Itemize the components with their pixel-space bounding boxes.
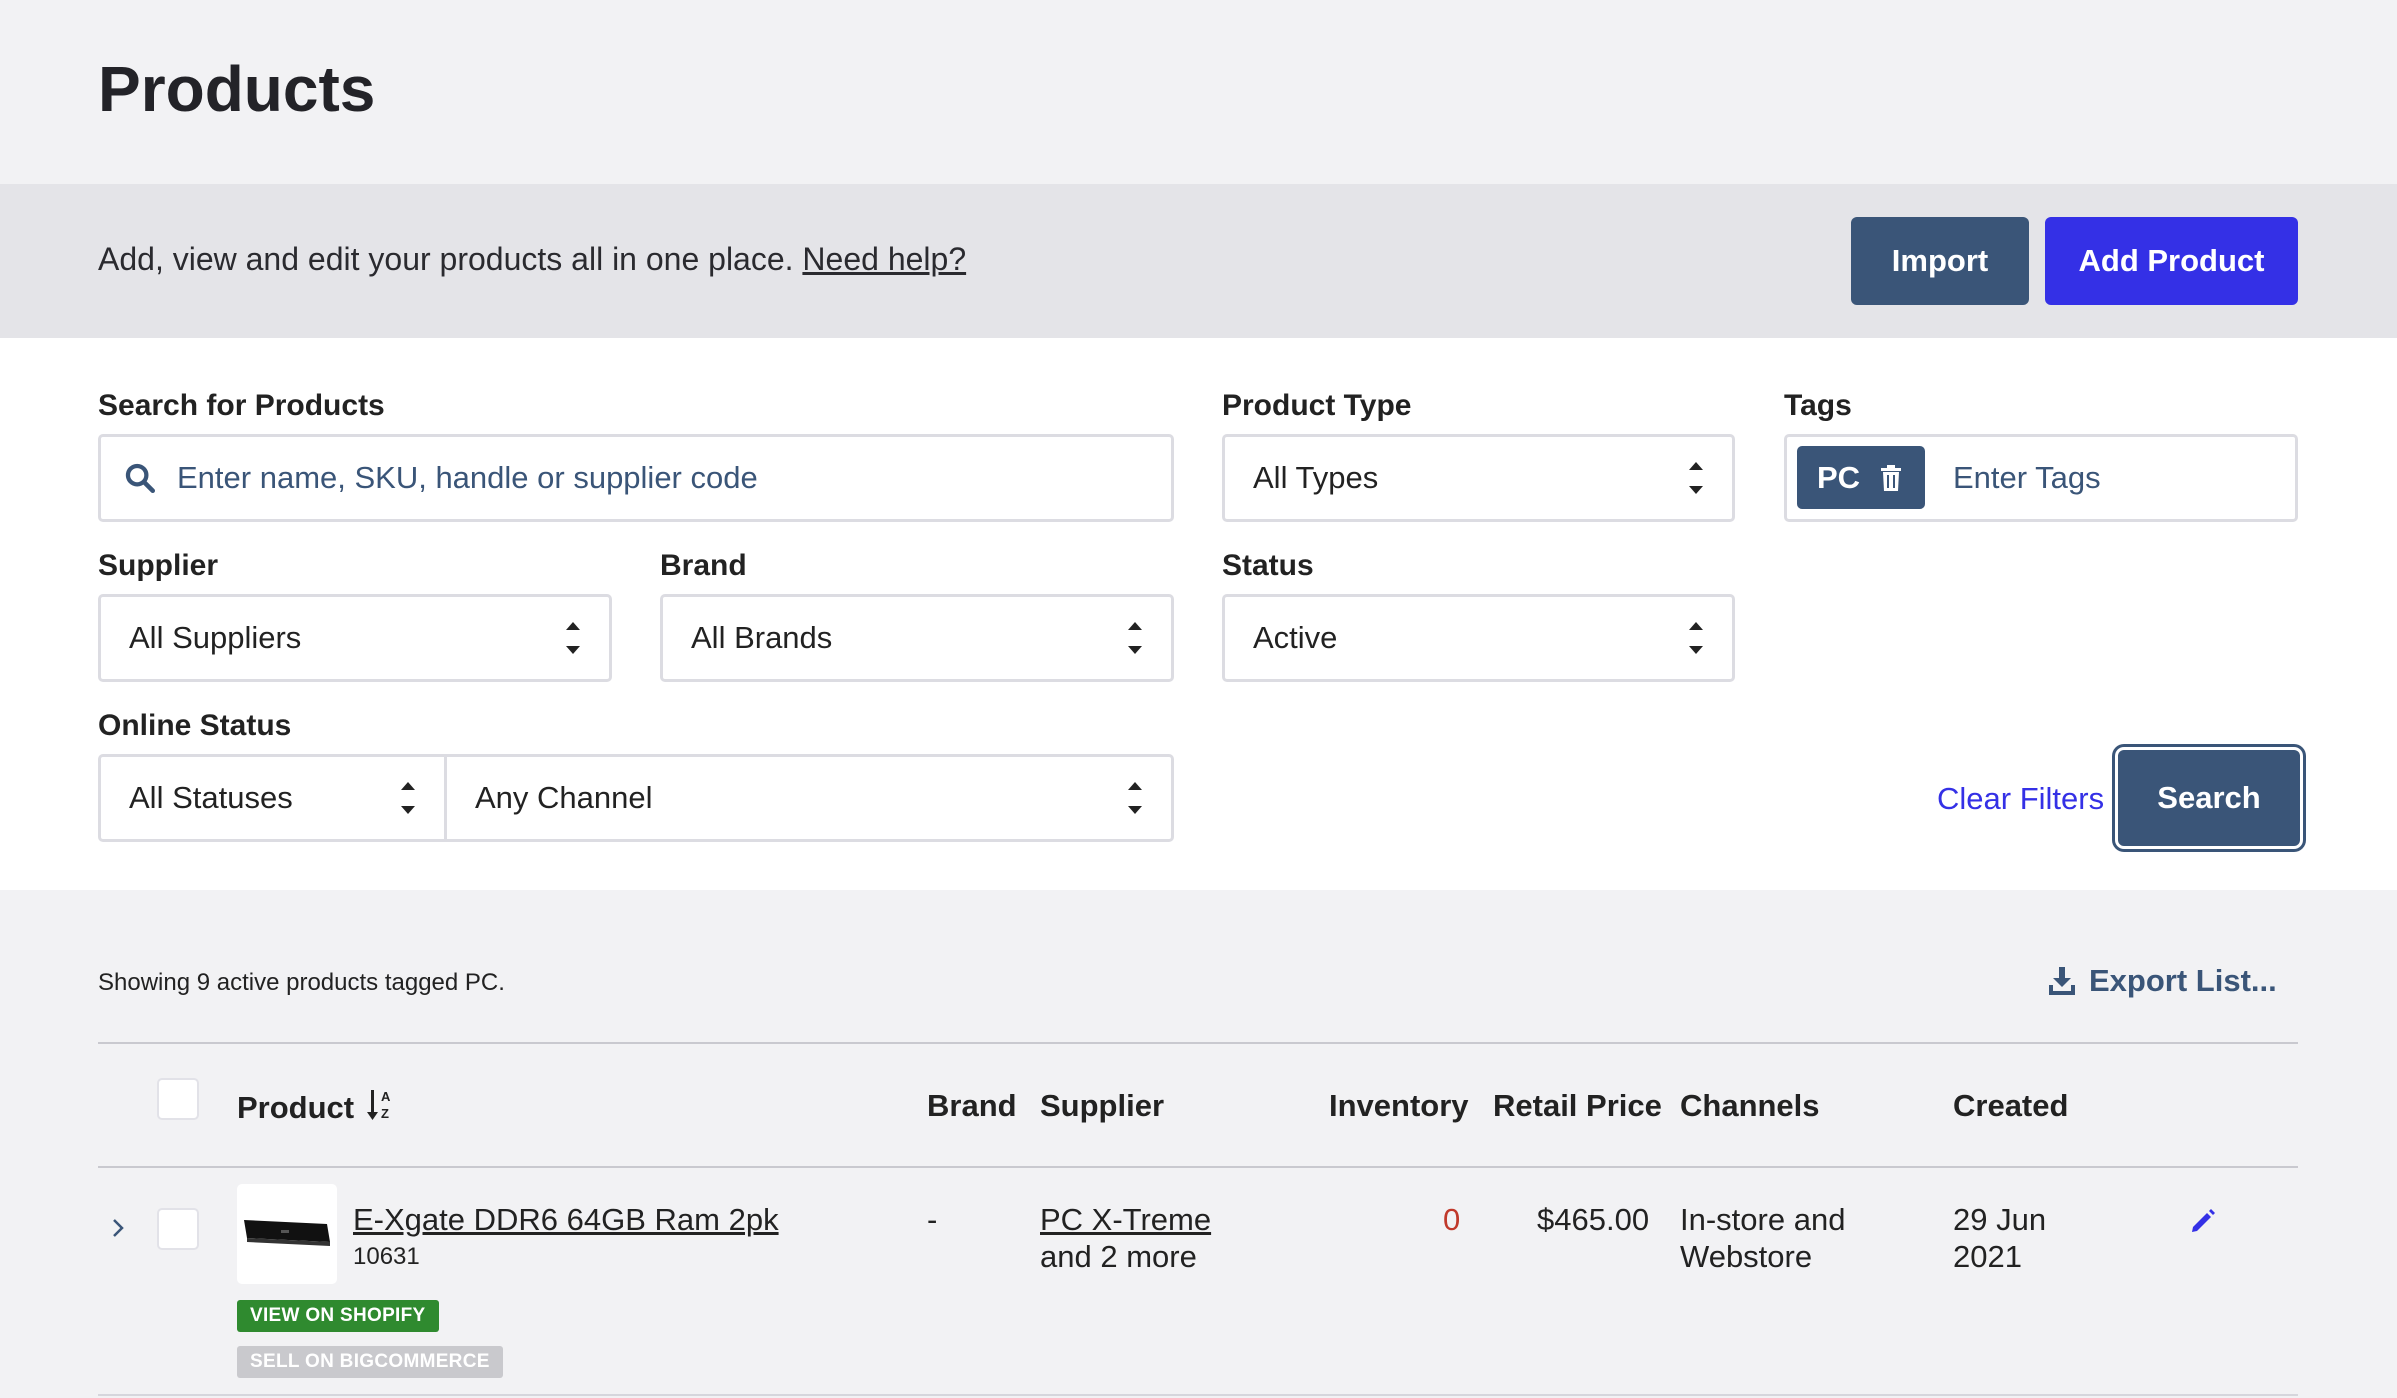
supplier-link[interactable]: PC X-Treme [1040, 1201, 1211, 1238]
channels-cell-line1: In-store and [1680, 1202, 1846, 1237]
product-type-value: All Types [1253, 460, 1379, 495]
clear-filters-link[interactable]: Clear Filters [1937, 781, 2104, 817]
product-sku: 10631 [353, 1243, 420, 1270]
channel-value: Any Channel [475, 780, 653, 815]
supplier-value: All Suppliers [129, 620, 302, 655]
add-product-button[interactable]: Add Product [2045, 217, 2298, 305]
view-on-shopify-badge[interactable]: VIEW ON SHOPIFY [237, 1300, 439, 1332]
banner-description: Add, view and edit your products all in … [98, 241, 794, 277]
search-icon [125, 463, 156, 494]
divider [98, 1166, 2298, 1168]
created-cell-line1: 29 Jun [1953, 1202, 2047, 1237]
edit-pencil-icon[interactable] [2189, 1207, 2217, 1235]
column-header-product[interactable]: Product A Z [237, 1088, 397, 1126]
need-help-link[interactable]: Need help? [802, 241, 966, 277]
status-label: Status [1222, 549, 1314, 582]
tags-input[interactable]: PC Enter Tags [1784, 434, 2298, 522]
divider [98, 1042, 2298, 1044]
supplier-name[interactable]: PC X-Treme [1040, 1202, 1211, 1237]
product-thumbnail [237, 1184, 337, 1284]
tag-chip-label: PC [1817, 459, 1861, 495]
column-header-brand: Brand [927, 1088, 1017, 1123]
column-header-product-label: Product [237, 1090, 355, 1125]
column-header-channels: Channels [1680, 1088, 1820, 1123]
online-status-value: All Statuses [129, 780, 293, 815]
search-input[interactable]: Enter name, SKU, handle or supplier code [98, 434, 1174, 522]
divider [98, 1394, 2298, 1396]
supplier-label: Supplier [98, 549, 219, 582]
select-arrows-icon [563, 616, 583, 660]
brand-label: Brand [660, 549, 747, 582]
online-status-label: Online Status [98, 709, 292, 742]
channels-cell-line2: Webstore [1680, 1239, 1813, 1274]
product-name[interactable]: E-Xgate DDR6 64GB Ram 2pk [353, 1202, 779, 1237]
sort-az-icon: A Z [366, 1089, 391, 1121]
supplier-select[interactable]: All Suppliers [98, 594, 612, 682]
select-arrows-icon [398, 776, 418, 820]
status-value: Active [1253, 620, 1338, 655]
brand-select[interactable]: All Brands [660, 594, 1174, 682]
tags-placeholder: Enter Tags [1953, 460, 2101, 495]
svg-text:A: A [381, 1089, 391, 1104]
supplier-more: and 2 more [1040, 1239, 1197, 1274]
select-arrows-icon [1125, 616, 1145, 660]
svg-text:Z: Z [381, 1106, 389, 1121]
select-arrows-icon [1125, 776, 1145, 820]
select-arrows-icon [1686, 456, 1706, 500]
retail-price-cell: $465.00 [1537, 1202, 1650, 1237]
download-icon [2049, 967, 2075, 995]
status-select[interactable]: Active [1222, 594, 1735, 682]
brand-value: All Brands [691, 620, 833, 655]
trash-icon[interactable] [1880, 464, 1902, 491]
banner-text: Add, view and edit your products all in … [98, 241, 966, 278]
chevron-right-icon[interactable] [111, 1217, 125, 1239]
column-header-supplier: Supplier [1040, 1088, 1165, 1123]
row-checkbox[interactable] [157, 1208, 199, 1250]
ram-image-icon [244, 1220, 330, 1246]
product-type-select[interactable]: All Types [1222, 434, 1735, 522]
inventory-cell: 0 [1443, 1202, 1461, 1237]
export-list-button[interactable]: Export List... [2047, 963, 2277, 999]
online-status-select[interactable]: All Statuses [98, 754, 447, 842]
column-header-retail-price: Retail Price [1493, 1088, 1662, 1123]
tag-chip-pc[interactable]: PC [1797, 446, 1925, 509]
page-title: Products [98, 53, 376, 125]
search-button[interactable]: Search [2118, 750, 2300, 846]
brand-cell: - [927, 1202, 938, 1237]
export-list-label: Export List... [2089, 963, 2277, 998]
sell-on-bigcommerce-badge[interactable]: SELL ON BIGCOMMERCE [237, 1346, 503, 1378]
tags-label: Tags [1784, 389, 1852, 422]
column-header-inventory: Inventory [1329, 1088, 1469, 1123]
select-arrows-icon [1686, 616, 1706, 660]
product-type-label: Product Type [1222, 389, 1412, 422]
select-all-checkbox[interactable] [157, 1078, 199, 1120]
search-placeholder: Enter name, SKU, handle or supplier code [177, 460, 758, 495]
results-summary: Showing 9 active products tagged PC. [98, 969, 505, 996]
column-header-created: Created [1953, 1088, 2069, 1123]
search-label: Search for Products [98, 389, 385, 422]
import-button[interactable]: Import [1851, 217, 2029, 305]
created-cell-line2: 2021 [1953, 1239, 2022, 1274]
product-name-link[interactable]: E-Xgate DDR6 64GB Ram 2pk [353, 1201, 779, 1238]
channel-select[interactable]: Any Channel [444, 754, 1174, 842]
